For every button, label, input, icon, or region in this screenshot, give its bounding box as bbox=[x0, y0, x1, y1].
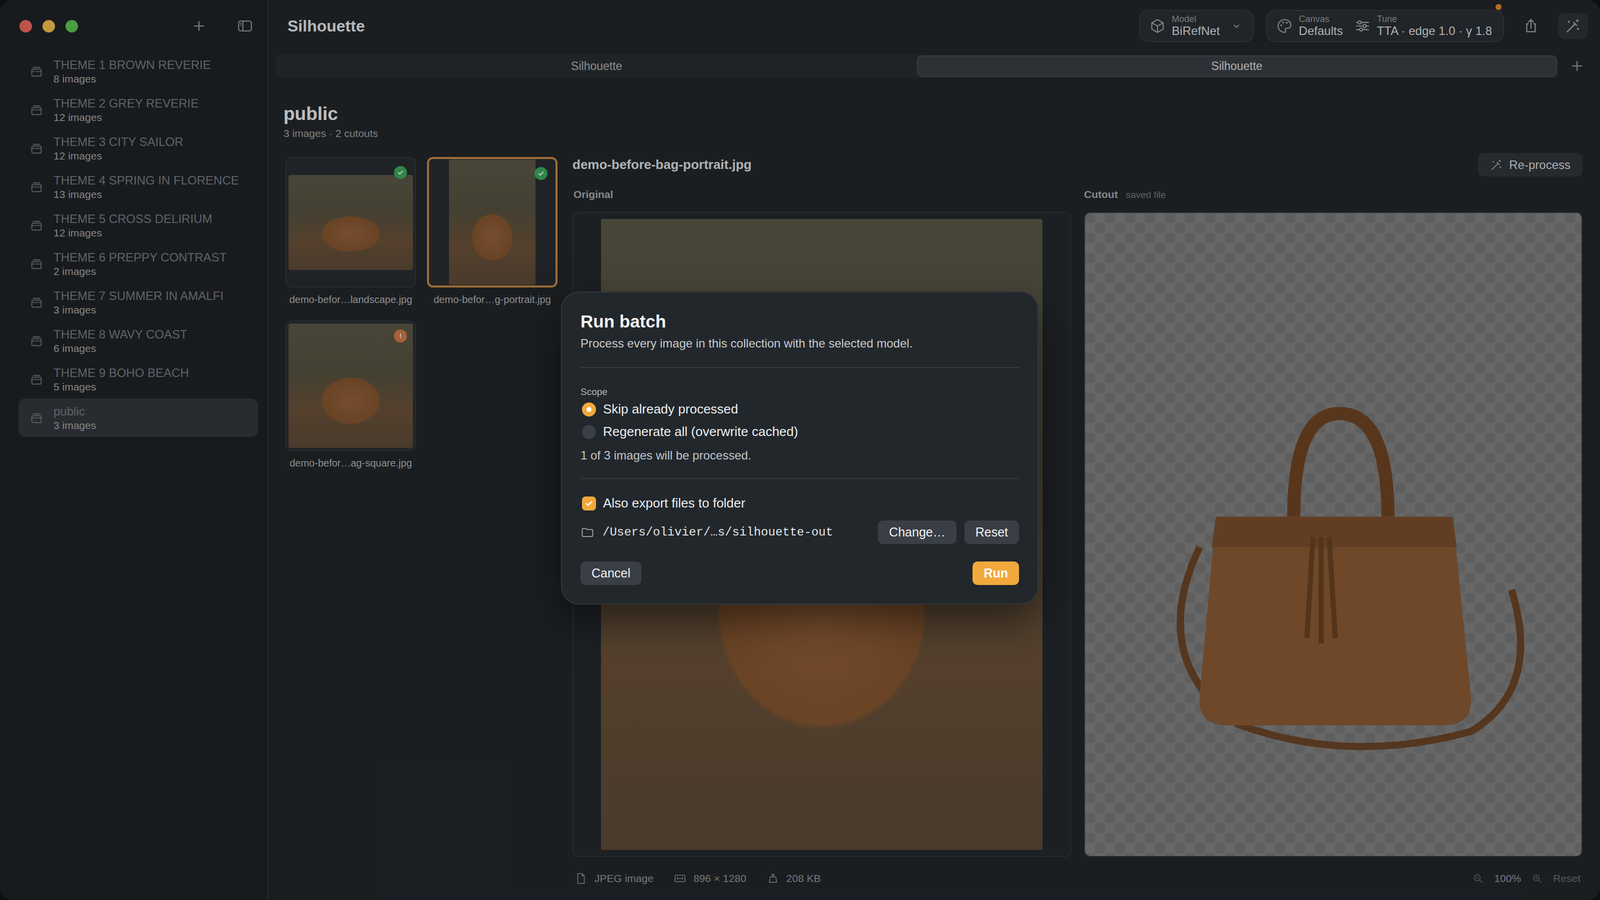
export-path-row: /Users/olivier/…s/silhouette-out Change… R… bbox=[580, 520, 1019, 544]
export-label: Also export files to folder bbox=[603, 495, 746, 511]
scope-summary: 1 of 3 images will be processed. bbox=[580, 448, 1019, 463]
scope-option[interactable]: Regenerate all (overwrite cached) bbox=[580, 420, 1019, 443]
run-button[interactable]: Run bbox=[972, 561, 1019, 585]
export-option[interactable]: Also export files to folder bbox=[580, 492, 1019, 515]
app-window: THEME 1 BROWN REVERIE8 imagesTHEME 2 GRE… bbox=[0, 0, 1600, 900]
cancel-button[interactable]: Cancel bbox=[580, 561, 642, 585]
dialog-title: Run batch bbox=[580, 311, 1019, 332]
scope-option[interactable]: Skip already processed bbox=[580, 398, 1019, 421]
divider bbox=[580, 367, 1019, 368]
dialog-actions: Cancel Run bbox=[580, 561, 1019, 585]
change-folder-button[interactable]: Change… bbox=[878, 520, 957, 544]
option-label: Regenerate all (overwrite cached) bbox=[603, 424, 798, 440]
export-checkbox[interactable] bbox=[582, 496, 596, 511]
reset-folder-button[interactable]: Reset bbox=[964, 520, 1019, 544]
radio-button[interactable] bbox=[582, 425, 596, 439]
option-label: Skip already processed bbox=[603, 401, 738, 417]
run-batch-dialog: Run batch Process every image in this col… bbox=[561, 291, 1039, 605]
dialog-description: Process every image in this collection w… bbox=[580, 336, 1019, 351]
check-icon bbox=[583, 498, 595, 509]
folder-icon bbox=[580, 525, 595, 540]
export-path: /Users/olivier/…s/silhouette-out bbox=[602, 525, 870, 539]
radio-button[interactable] bbox=[582, 402, 596, 417]
divider bbox=[580, 478, 1019, 479]
scope-label: Scope bbox=[580, 386, 1019, 398]
